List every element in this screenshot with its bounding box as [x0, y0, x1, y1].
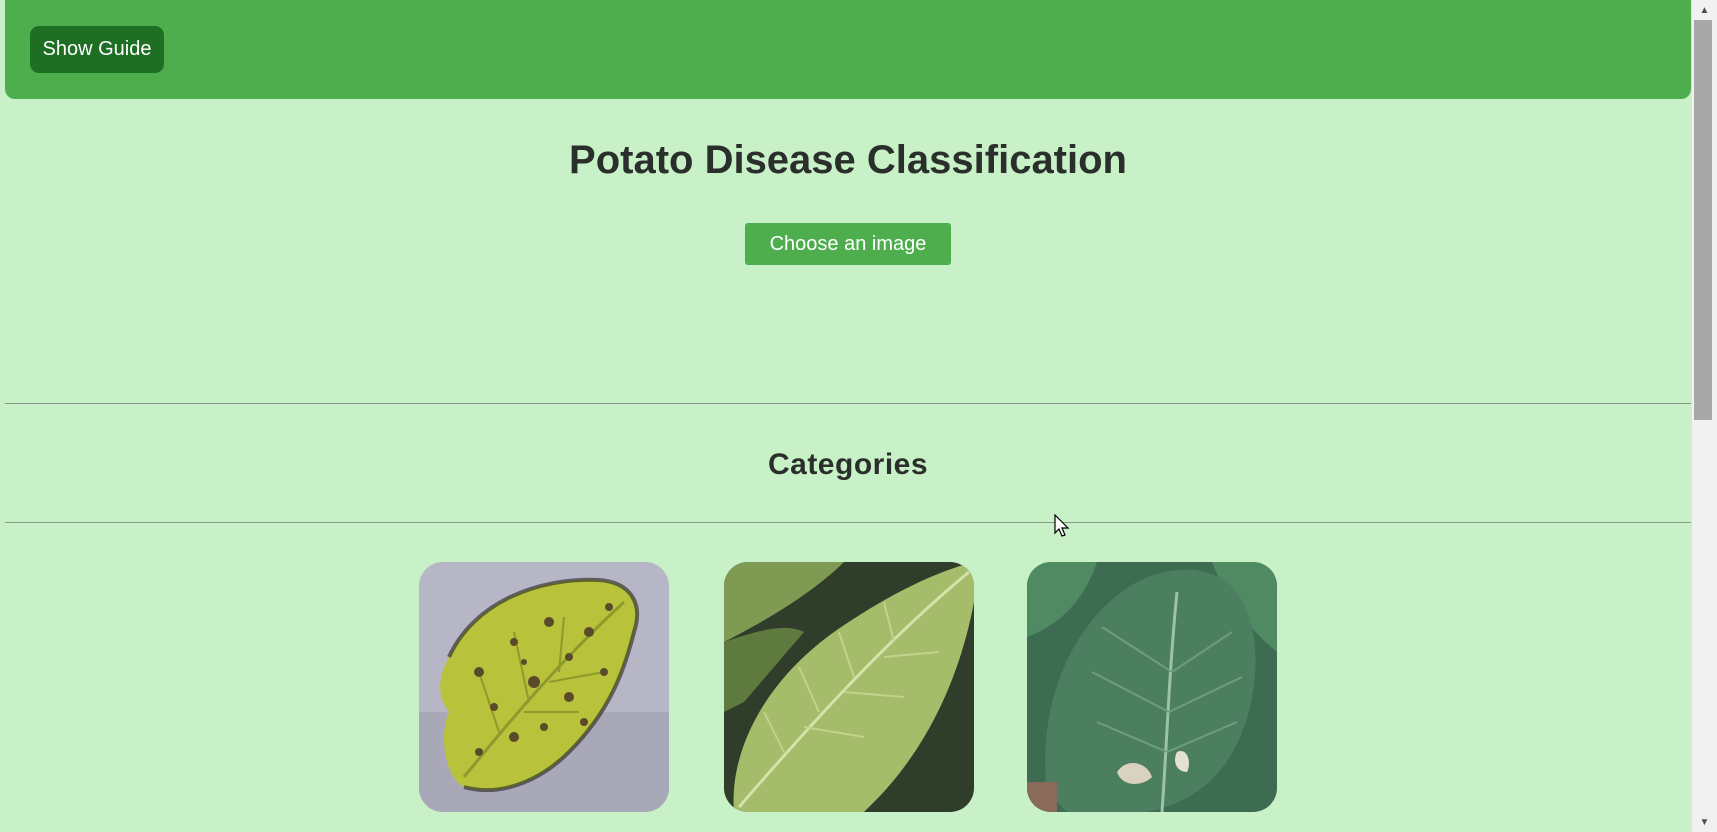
category-card-healthy[interactable]: [1027, 562, 1277, 812]
healthy-leaf-image: [1027, 562, 1277, 812]
scroll-up-arrow-icon[interactable]: ▲: [1692, 0, 1717, 20]
divider: [5, 522, 1691, 523]
show-guide-button[interactable]: Show Guide: [30, 26, 164, 73]
category-card-early-blight[interactable]: [419, 562, 669, 812]
scroll-thumb[interactable]: [1694, 20, 1712, 420]
categories-heading: Categories: [767, 448, 929, 481]
early-blight-leaf-image: [419, 562, 669, 812]
choose-image-button[interactable]: Choose an image: [745, 223, 951, 265]
page-title: Potato Disease Classification: [569, 138, 1127, 182]
divider: [5, 403, 1691, 404]
late-blight-leaf-image: [724, 562, 974, 812]
mouse-cursor-icon: [1054, 514, 1070, 537]
vertical-scrollbar[interactable]: ▲ ▼: [1692, 0, 1717, 832]
page: Show Guide Potato Disease Classification…: [5, 0, 1691, 832]
header-bar: Show Guide: [5, 0, 1691, 99]
scroll-down-arrow-icon[interactable]: ▼: [1692, 812, 1717, 832]
categories-list: [5, 562, 1691, 812]
category-card-late-blight[interactable]: [724, 562, 974, 812]
